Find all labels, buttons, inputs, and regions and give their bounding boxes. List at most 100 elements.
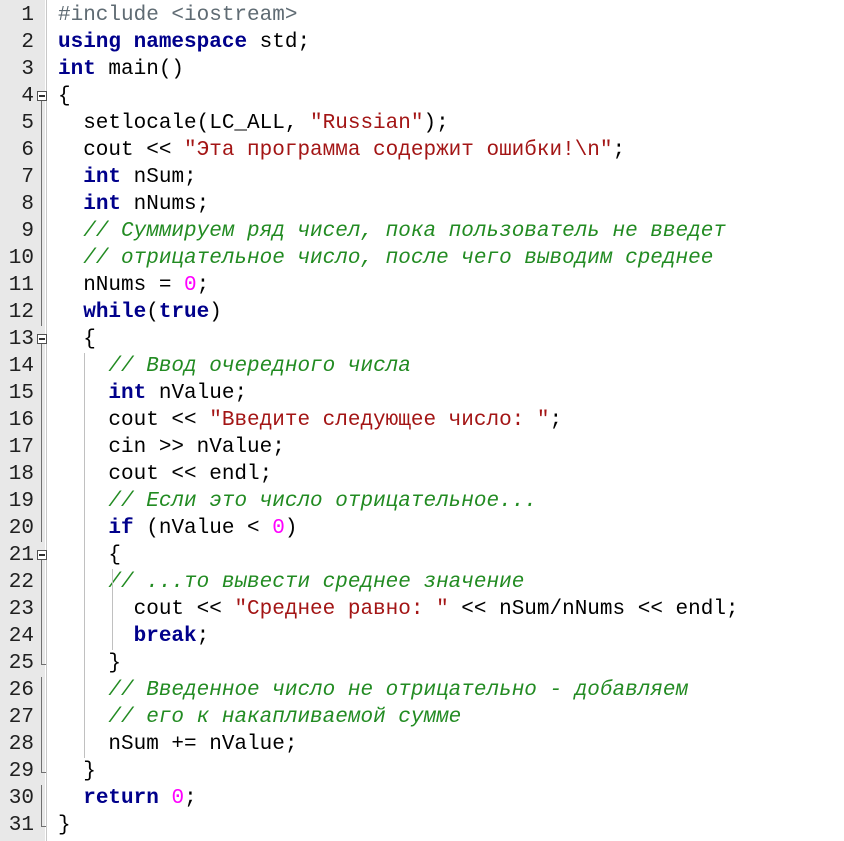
fold-line <box>37 785 47 812</box>
code-text[interactable]: } <box>58 812 71 839</box>
code-line[interactable]: 3 int main() <box>0 56 844 83</box>
fold-collapse-icon[interactable] <box>37 542 47 569</box>
code-line[interactable]: 21 { <box>0 542 844 569</box>
code-line[interactable]: 8 int nNums; <box>0 191 844 218</box>
code-line[interactable]: 7 int nSum; <box>0 164 844 191</box>
line-number: 9 <box>21 220 34 243</box>
code-text[interactable]: { <box>58 542 121 569</box>
code-text[interactable]: // Если это число отрицательное... <box>58 488 536 515</box>
code-text[interactable]: cin >> nValue; <box>58 434 284 461</box>
code-text[interactable]: { <box>58 326 96 353</box>
code-text[interactable]: if (nValue < 0) <box>58 515 297 542</box>
fold-end-marker <box>37 758 47 785</box>
code-token: true <box>158 301 210 324</box>
code-line[interactable]: 2 using namespace std; <box>0 29 844 56</box>
code-token: << nSum/nNums << endl; <box>448 598 739 621</box>
line-number: 12 <box>8 301 34 324</box>
code-line[interactable]: 18 cout << endl; <box>0 461 844 488</box>
code-token: nSum; <box>121 166 197 189</box>
code-line[interactable]: 23 cout << "Среднее равно: " << nSum/nNu… <box>0 596 844 623</box>
code-text[interactable]: break; <box>58 623 210 650</box>
code-text[interactable]: // Введенное число не отрицательно - доб… <box>58 677 688 704</box>
code-line[interactable]: 6 cout << "Эта программа содержит ошибки… <box>0 137 844 164</box>
code-line[interactable]: 13 { <box>0 326 844 353</box>
code-text[interactable]: setlocale(LC_ALL, "Russian"); <box>58 110 448 137</box>
code-text[interactable]: cout << "Эта программа содержит ошибки!\… <box>58 137 625 164</box>
fold-line <box>37 677 47 704</box>
code-token: namespace <box>133 31 248 54</box>
code-text[interactable]: int main() <box>58 56 184 83</box>
code-line[interactable]: 10 // отрицательное число, после чего вы… <box>0 245 844 272</box>
code-line[interactable]: 15 int nValue; <box>0 380 844 407</box>
code-line[interactable]: 19 // Если это число отрицательное... <box>0 488 844 515</box>
code-token: ; <box>196 625 210 648</box>
code-line[interactable]: 14 // Ввод очередного числа <box>0 353 844 380</box>
code-token: } <box>58 760 96 783</box>
code-editor[interactable]: 1 #include <iostream> 2 using namespace std… <box>0 0 844 841</box>
code-line[interactable]: 29 } <box>0 758 844 785</box>
code-token: // Ввод очередного числа <box>108 355 411 378</box>
line-number: 16 <box>8 409 34 432</box>
code-line[interactable]: 22 // ...то вывести среднее значение <box>0 569 844 596</box>
code-text[interactable]: // Ввод очередного числа <box>58 353 411 380</box>
indent-guide <box>84 353 85 758</box>
code-text[interactable]: return 0; <box>58 785 197 812</box>
fold-line <box>37 704 47 731</box>
code-text[interactable]: // ...то вывести среднее значение <box>58 569 524 596</box>
code-line[interactable]: 25 } <box>0 650 844 677</box>
code-text[interactable]: #include <iostream> <box>58 2 297 29</box>
code-token: int <box>58 58 96 81</box>
code-line[interactable]: 20 if (nValue < 0) <box>0 515 844 542</box>
fold-collapse-icon[interactable] <box>37 326 47 353</box>
code-text[interactable]: } <box>58 758 96 785</box>
code-line[interactable]: 26 // Введенное число не отрицательно - … <box>0 677 844 704</box>
fold-line <box>37 434 47 461</box>
code-token: ; <box>184 787 197 810</box>
code-line[interactable]: 17 cin >> nValue; <box>0 434 844 461</box>
code-text[interactable]: int nValue; <box>58 380 247 407</box>
fold-line <box>37 488 47 515</box>
line-number: 11 <box>8 274 34 297</box>
code-text[interactable]: cout << "Введите следующее число: "; <box>58 407 562 434</box>
fold-line <box>37 299 47 326</box>
code-text[interactable]: int nNums; <box>58 191 209 218</box>
fold-line <box>37 407 47 434</box>
code-text[interactable]: using namespace std; <box>58 29 310 56</box>
code-line[interactable]: 1 #include <iostream> <box>0 2 844 29</box>
code-token: ; <box>549 409 563 432</box>
code-lines[interactable]: 1 #include <iostream> 2 using namespace std… <box>0 2 844 839</box>
code-line[interactable]: 24 break; <box>0 623 844 650</box>
code-line[interactable]: 9 // Суммируем ряд чисел, пока пользоват… <box>0 218 844 245</box>
code-text[interactable]: // его к накапливаемой сумме <box>58 704 461 731</box>
code-line[interactable]: 16 cout << "Введите следующее число: "; <box>0 407 844 434</box>
code-text[interactable]: // Суммируем ряд чисел, пока пользовател… <box>58 218 726 245</box>
code-line[interactable]: 28 nSum += nValue; <box>0 731 844 758</box>
code-text[interactable]: int nSum; <box>58 164 197 191</box>
code-text[interactable]: cout << endl; <box>58 461 272 488</box>
code-text[interactable]: { <box>58 83 71 110</box>
fold-line <box>37 164 47 191</box>
code-line[interactable]: 11 nNums = 0; <box>0 272 844 299</box>
code-token: } <box>58 814 71 837</box>
code-line[interactable]: 4{ <box>0 83 844 110</box>
code-text[interactable]: while(true) <box>58 299 222 326</box>
code-text[interactable]: nNums = 0; <box>58 272 209 299</box>
code-line[interactable]: 30 return 0; <box>0 785 844 812</box>
line-number: 1 <box>21 4 34 27</box>
code-line[interactable]: 27 // его к накапливаемой сумме <box>0 704 844 731</box>
code-text[interactable]: cout << "Среднее равно: " << nSum/nNums … <box>58 596 739 623</box>
code-text[interactable]: } <box>58 650 121 677</box>
code-token: ; <box>612 139 626 162</box>
code-line[interactable]: 5 setlocale(LC_ALL, "Russian"); <box>0 110 844 137</box>
code-line[interactable]: 31} <box>0 812 844 839</box>
code-text[interactable]: nSum += nValue; <box>58 731 297 758</box>
code-line[interactable]: 12 while(true) <box>0 299 844 326</box>
fold-collapse-icon[interactable] <box>37 83 47 110</box>
code-token: nNums; <box>121 193 210 216</box>
code-text[interactable]: // отрицательное число, после чего вывод… <box>58 245 713 272</box>
line-number: 28 <box>8 733 34 756</box>
code-token: cout << <box>58 409 210 432</box>
code-token: #include <iostream> <box>58 4 298 27</box>
